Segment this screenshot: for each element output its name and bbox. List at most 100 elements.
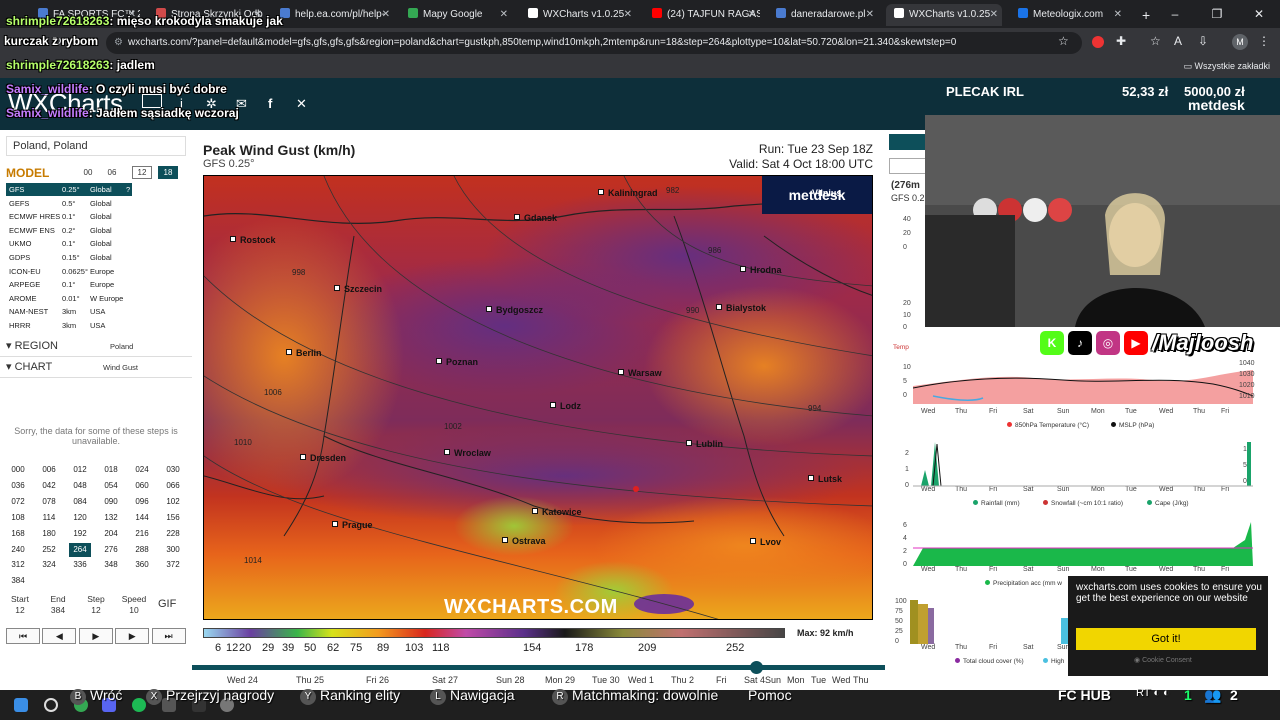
step-button[interactable]: 018 <box>100 463 122 477</box>
hud-action[interactable]: R Matchmaking: dowolnie <box>552 687 718 705</box>
browser-tab[interactable]: Mapy Google ✕ <box>400 4 512 26</box>
control-value[interactable]: 12 <box>78 605 114 615</box>
hud-action[interactable]: Pomoc <box>748 687 792 703</box>
step-button[interactable]: 132 <box>100 511 122 525</box>
step-button[interactable]: 000 <box>7 463 29 477</box>
browser-tab[interactable]: help.ea.com/pl/help- ✕ <box>272 4 394 26</box>
step-button[interactable]: 096 <box>131 495 153 509</box>
step-button[interactable]: 204 <box>100 527 122 541</box>
step-button[interactable]: 054 <box>100 479 122 493</box>
close-tab-icon[interactable]: ✕ <box>500 4 508 26</box>
close-tab-icon[interactable]: ✕ <box>866 4 874 26</box>
close-tab-icon[interactable]: ✕ <box>1114 4 1122 26</box>
step-button[interactable]: 102 <box>162 495 184 509</box>
x-twitter-icon[interactable]: ✕ <box>296 96 307 112</box>
timeline-knob[interactable] <box>750 661 763 674</box>
step-button[interactable]: 120 <box>69 511 91 525</box>
spotify-icon[interactable] <box>132 698 146 712</box>
model-help-icon[interactable]: ? <box>126 183 130 196</box>
step-button[interactable]: 168 <box>7 527 29 541</box>
timeline-day[interactable]: Thu 2 <box>671 675 694 685</box>
model-row[interactable]: NAM-NEST 3km USA <box>6 305 132 318</box>
timeline-day[interactable]: Sun 28 <box>496 675 525 685</box>
step-button[interactable]: 024 <box>131 463 153 477</box>
cookie-consent-link[interactable]: ◉ Cookie Consent <box>1134 656 1192 664</box>
step-button[interactable]: 372 <box>162 558 184 572</box>
close-tab-icon[interactable]: ✕ <box>624 4 632 26</box>
model-row[interactable]: GFS 0.25° Global? <box>6 183 132 196</box>
cookie-accept-button[interactable]: Got it! <box>1076 628 1256 650</box>
menu-icon[interactable]: ⋮ <box>1258 34 1270 48</box>
prev-frame-button[interactable]: ◀ <box>42 628 77 644</box>
step-button[interactable]: 384 <box>7 574 29 588</box>
extensions-puzzle-icon[interactable]: ✚ <box>1116 34 1126 48</box>
browser-tab[interactable]: Meteologix.com ✕ <box>1010 4 1126 26</box>
step-button[interactable]: 240 <box>7 543 29 557</box>
step-button[interactable]: 060 <box>131 479 153 493</box>
step-button[interactable]: 264 <box>69 542 91 557</box>
browser-tab[interactable]: (24) TAJFUN RAGASA ✕ <box>644 4 760 26</box>
step-button[interactable]: 312 <box>7 558 29 572</box>
chart-section-title[interactable]: ▾ CHART <box>6 360 52 373</box>
play-button[interactable]: ▶ <box>78 628 113 644</box>
last-frame-button[interactable]: ⏭ <box>151 628 186 644</box>
step-button[interactable]: 276 <box>100 543 122 557</box>
step-button[interactable]: 252 <box>38 543 60 557</box>
model-row[interactable]: ECMWF ENS 0.2° Global <box>6 224 132 237</box>
step-button[interactable]: 288 <box>131 543 153 557</box>
extension-icon[interactable] <box>1092 36 1104 48</box>
windows-start-icon[interactable] <box>14 698 28 712</box>
close-tab-icon[interactable]: ✕ <box>990 4 998 26</box>
step-button[interactable]: 324 <box>38 558 60 572</box>
step-button[interactable]: 042 <box>38 479 60 493</box>
translate-icon[interactable]: A <box>1174 34 1182 48</box>
timeline-day[interactable]: Sun <box>765 675 781 685</box>
timeline-day[interactable]: Wed 24 <box>227 675 258 685</box>
maximize-icon[interactable]: ❐ <box>1196 0 1238 28</box>
timeline-track[interactable] <box>192 665 885 670</box>
close-tab-icon[interactable]: ✕ <box>382 4 390 26</box>
step-button[interactable]: 108 <box>7 511 29 525</box>
run-button-12[interactable]: 12 <box>132 166 152 179</box>
timeline-day[interactable]: Tue 30 <box>592 675 620 685</box>
search-icon[interactable] <box>44 698 58 712</box>
next-frame-button[interactable]: ▶ <box>115 628 150 644</box>
timeline-day[interactable]: Mon 29 <box>545 675 575 685</box>
fc-hub-label[interactable]: FC HUB <box>1058 687 1111 703</box>
step-button[interactable]: 012 <box>69 463 91 477</box>
step-button[interactable]: 348 <box>100 558 122 572</box>
model-row[interactable]: GDPS 0.15° Global <box>6 251 132 264</box>
timeline-day[interactable]: Sat 4 <box>744 675 765 685</box>
model-row[interactable]: UKMO 0.1° Global <box>6 237 132 250</box>
timeline-day[interactable]: Sat 27 <box>432 675 458 685</box>
site-info-icon[interactable]: ⚙ <box>114 32 123 54</box>
timeline-day[interactable]: Wed <box>832 675 850 685</box>
first-frame-button[interactable]: ⏮ <box>6 628 40 644</box>
step-button[interactable]: 072 <box>7 495 29 509</box>
meteogram-option[interactable] <box>889 158 929 174</box>
model-row[interactable]: HRRR 3km USA <box>6 319 132 332</box>
step-button[interactable]: 078 <box>38 495 60 509</box>
location-input[interactable]: Poland, Poland <box>6 136 186 156</box>
timeline-day[interactable]: Thu <box>853 675 869 685</box>
step-button[interactable]: 090 <box>100 495 122 509</box>
browser-tab[interactable]: WXCharts v1.0.25 ✕ <box>886 4 1002 26</box>
timeline-day[interactable]: Tue <box>811 675 826 685</box>
control-value[interactable]: 10 <box>116 605 152 615</box>
model-row[interactable]: ICON-EU 0.0625° Europe <box>6 265 132 278</box>
downloads-icon[interactable]: ⇩ <box>1198 34 1208 48</box>
timeline-day[interactable]: Wed 1 <box>628 675 654 685</box>
model-row[interactable]: ECMWF HRES 0.1° Global <box>6 210 132 223</box>
step-button[interactable]: 030 <box>162 463 184 477</box>
step-button[interactable]: 360 <box>131 558 153 572</box>
control-value[interactable]: 12 <box>2 605 38 615</box>
run-button-06[interactable]: 06 <box>102 166 122 179</box>
model-row[interactable]: GEFS 0.5° Global <box>6 197 132 210</box>
step-button[interactable]: 156 <box>162 511 184 525</box>
profile-avatar[interactable]: M <box>1232 34 1248 50</box>
model-row[interactable]: AROME 0.01° W Europe <box>6 292 132 305</box>
timeline-day[interactable]: Mon <box>787 675 805 685</box>
browser-tab[interactable]: WXCharts v1.0.25 ✕ <box>520 4 636 26</box>
step-button[interactable]: 066 <box>162 479 184 493</box>
model-row[interactable]: ARPEGE 0.1° Europe <box>6 278 132 291</box>
